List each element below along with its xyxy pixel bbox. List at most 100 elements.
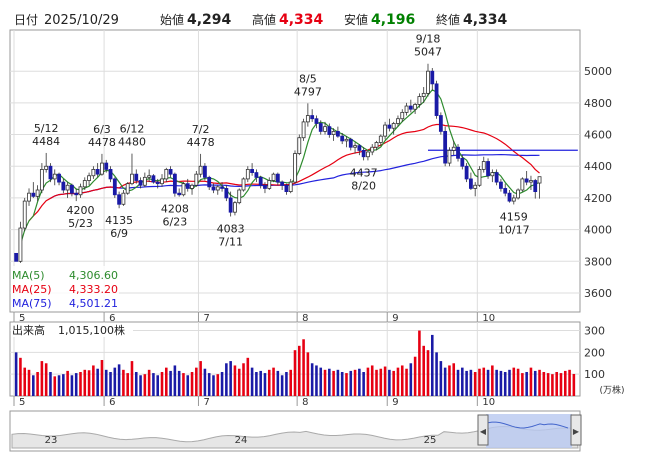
volume-bar	[555, 372, 558, 396]
volume-bar	[469, 369, 473, 396]
volume-bar	[285, 372, 288, 396]
candle-body	[318, 123, 323, 132]
volume-bar	[229, 361, 232, 396]
volume-bar	[405, 368, 408, 396]
candle-body	[48, 165, 53, 180]
candle-body	[91, 169, 96, 177]
volume-bar	[551, 374, 554, 396]
volume-bar	[370, 365, 374, 396]
volume-bar	[246, 357, 250, 396]
volume-bar	[57, 375, 61, 396]
volume-bar	[19, 357, 22, 396]
candle-body	[443, 130, 448, 164]
price-annotation: 4083 7/11	[217, 222, 245, 248]
candle-body	[245, 169, 250, 180]
candle-body	[477, 169, 482, 186]
candle-body	[142, 176, 147, 186]
candle-body	[177, 192, 182, 196]
candle-body	[404, 105, 409, 113]
candle-body	[138, 180, 143, 186]
volume-bar	[379, 368, 383, 396]
candle-body	[529, 180, 533, 183]
chevron-left-icon: ◀	[480, 427, 487, 436]
candle-body	[168, 169, 173, 175]
volume-bar	[345, 373, 348, 396]
candle-body	[151, 175, 156, 183]
candle-body	[391, 123, 396, 129]
volume-bar	[512, 367, 516, 396]
navigator-right-handle[interactable]: ▶	[570, 414, 582, 446]
volume-bar	[332, 370, 335, 396]
candle-body	[464, 165, 469, 180]
price-y-tick: 3800	[584, 255, 612, 268]
ma5-name: MA(5)	[12, 269, 45, 282]
volume-bar	[491, 365, 494, 396]
volume-bar	[400, 365, 404, 396]
month-label: 10	[482, 397, 495, 408]
open-label: 始値	[160, 12, 184, 27]
candle-body	[74, 192, 79, 196]
candle-body	[164, 169, 169, 180]
volume-bar	[220, 372, 224, 396]
price-y-tick: 4600	[584, 129, 612, 142]
volume-bar	[147, 369, 151, 396]
candle-body	[258, 176, 263, 186]
candle-body	[353, 145, 357, 148]
volume-bar	[160, 372, 164, 396]
volume-bar	[212, 375, 215, 396]
stock-chart-widget: 日付 2025/10/29 始値 4,294 高値 4,334 安値 4,196…	[0, 0, 653, 470]
volume-bar	[418, 330, 421, 396]
navigator-label-23: 23	[45, 435, 58, 446]
navigator-selected-range[interactable]	[486, 414, 572, 448]
volume-bar	[340, 372, 344, 396]
candle-body	[263, 184, 267, 189]
navigator-left-handle[interactable]: ◀	[477, 414, 489, 446]
candle-body	[310, 115, 315, 120]
volume-bar	[195, 367, 198, 396]
navigator-label-25: 25	[424, 435, 437, 446]
volume-bar	[525, 372, 528, 396]
volume-bar	[74, 373, 78, 396]
volume-bar	[250, 367, 254, 396]
month-label: 6	[109, 313, 115, 324]
volume-bar	[173, 365, 177, 396]
volume-bar	[109, 372, 112, 396]
candle-body	[194, 173, 199, 186]
volume-bar	[388, 369, 391, 396]
candle-body	[22, 200, 27, 229]
volume-bar	[237, 368, 241, 396]
candle-body	[468, 178, 473, 189]
volume-bar	[190, 372, 194, 396]
volume-bar	[62, 374, 65, 396]
volume-bar	[199, 361, 202, 396]
candle-body	[215, 186, 220, 191]
volume-bar	[482, 367, 486, 396]
price-header: 日付 2025/10/29 始値 4,294 高値 4,334 安値 4,196…	[14, 12, 508, 28]
volume-bar	[503, 372, 507, 396]
volume-bar	[358, 368, 361, 396]
volume-bar	[508, 369, 511, 396]
volume-bar	[392, 370, 395, 396]
candle-body	[426, 70, 430, 94]
ma25-value: 4,333.20	[69, 283, 118, 296]
volume-bar	[443, 367, 447, 396]
volume-bar	[130, 361, 134, 396]
candle-body	[134, 173, 139, 181]
volume-bar	[413, 356, 417, 396]
volume-bar	[23, 367, 27, 396]
volume-bar	[165, 367, 168, 396]
candle-body	[434, 83, 439, 116]
volume-bar	[362, 372, 365, 396]
price-y-tick: 3600	[584, 287, 612, 300]
candle-body	[293, 153, 297, 183]
volume-bar	[499, 370, 503, 396]
candle-body	[185, 183, 190, 189]
volume-bar	[139, 375, 142, 396]
volume-bar	[53, 376, 57, 396]
volume-bar	[113, 367, 117, 396]
volume-bar	[323, 369, 327, 396]
open-value: 4,294	[187, 12, 232, 28]
volume-bar	[96, 368, 99, 396]
candle-body	[104, 162, 109, 170]
volume-title: 出来高	[12, 323, 45, 337]
